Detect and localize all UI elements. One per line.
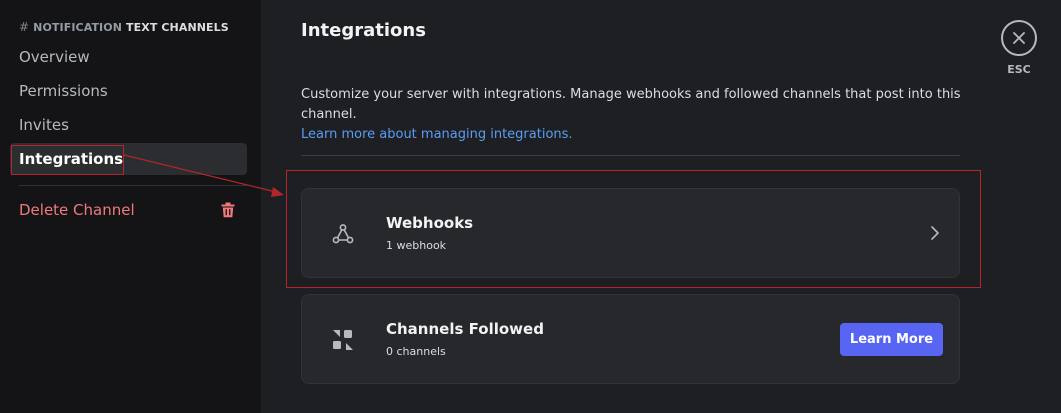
close-button[interactable] bbox=[1001, 20, 1037, 56]
trash-icon bbox=[221, 202, 235, 218]
channel-category: TEXT CHANNELS bbox=[126, 20, 229, 34]
settings-sidebar: # NOTIFICATION TEXT CHANNELS Overview Pe… bbox=[0, 0, 261, 413]
webhook-icon bbox=[332, 224, 354, 244]
esc-label: ESC bbox=[1007, 63, 1031, 76]
webhooks-count: 1 webhook bbox=[386, 239, 447, 252]
webhooks-title: Webhooks bbox=[386, 214, 474, 232]
learn-more-link[interactable]: Learn more about managing integrations. bbox=[301, 125, 981, 145]
sidebar-item-label: Invites bbox=[19, 116, 69, 134]
integrations-description: Customize your server with integrations.… bbox=[301, 85, 981, 145]
sidebar-item-label: Integrations bbox=[19, 150, 124, 168]
channels-followed-card: Channels Followed 0 channels Learn More bbox=[301, 294, 960, 384]
description-text: Customize your server with integrations.… bbox=[301, 87, 961, 122]
content-divider bbox=[301, 155, 960, 156]
sidebar-item-invites[interactable]: Invites bbox=[10, 109, 247, 141]
sidebar-divider bbox=[19, 185, 247, 186]
sidebar-item-label: Overview bbox=[19, 48, 90, 66]
sidebar-header: # NOTIFICATION TEXT CHANNELS bbox=[19, 19, 229, 35]
webhooks-card[interactable]: Webhooks 1 webhook bbox=[301, 188, 960, 278]
sidebar-item-integrations[interactable]: Integrations bbox=[10, 143, 247, 175]
close-settings[interactable]: ESC bbox=[1001, 20, 1037, 76]
sidebar-item-overview[interactable]: Overview bbox=[10, 41, 247, 73]
channels-followed-title: Channels Followed bbox=[386, 320, 544, 338]
channel-hash-icon: # bbox=[19, 20, 30, 34]
sidebar-item-label: Permissions bbox=[19, 82, 108, 100]
chevron-right-icon bbox=[931, 226, 939, 240]
channels-followed-count: 0 channels bbox=[386, 345, 446, 358]
page-title: Integrations bbox=[301, 20, 426, 41]
learn-more-button[interactable]: Learn More bbox=[840, 323, 943, 356]
channels-followed-icon bbox=[333, 330, 353, 350]
delete-channel-label: Delete Channel bbox=[19, 201, 135, 219]
delete-channel-button[interactable]: Delete Channel bbox=[10, 194, 247, 226]
main-content: Integrations Customize your server with … bbox=[261, 0, 1061, 413]
channel-name: NOTIFICATION bbox=[33, 20, 123, 34]
close-icon bbox=[1013, 32, 1025, 44]
sidebar-item-permissions[interactable]: Permissions bbox=[10, 75, 247, 107]
